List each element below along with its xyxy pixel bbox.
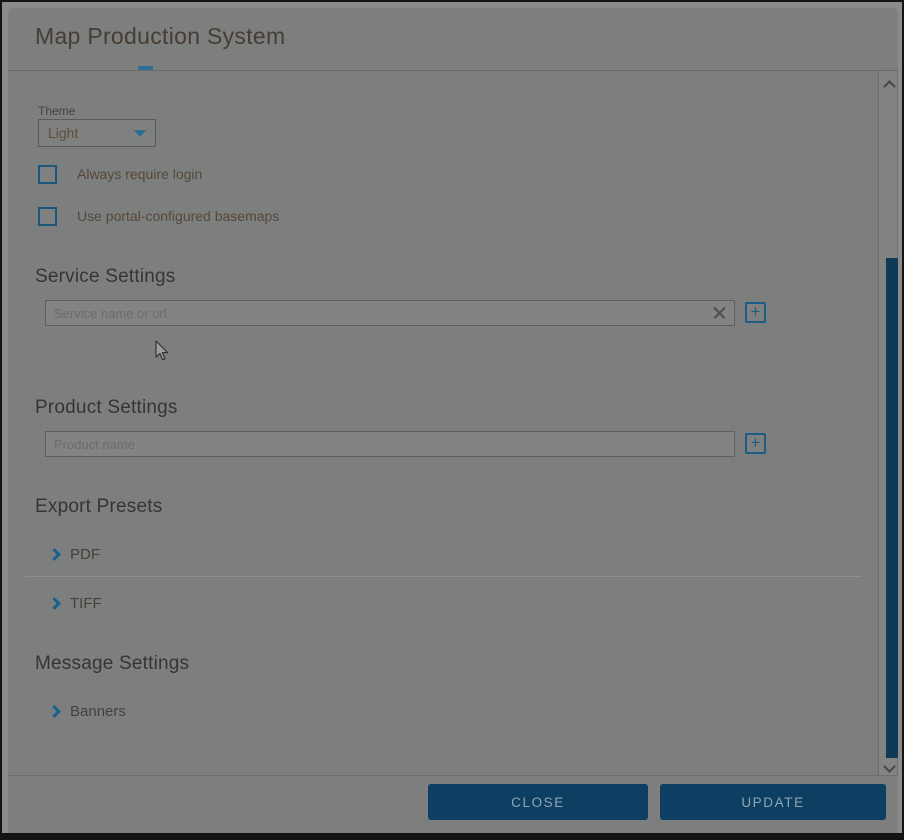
clear-icon[interactable]: [713, 306, 726, 319]
service-name-input[interactable]: [45, 300, 735, 326]
product-input-wrap: [45, 431, 735, 457]
export-preset-pdf-label: PDF: [70, 546, 100, 563]
always-require-login-checkbox[interactable]: [38, 165, 57, 184]
export-preset-pdf-expander[interactable]: PDF: [50, 544, 100, 564]
product-settings-heading: Product Settings: [35, 397, 178, 419]
scroll-down-icon[interactable]: [883, 760, 896, 773]
use-portal-basemaps-row: Use portal-configured basemaps: [38, 207, 279, 225]
always-require-login-label: Always require login: [77, 166, 202, 182]
banners-label: Banners: [70, 703, 126, 720]
close-button[interactable]: CLOSE: [428, 784, 648, 820]
header-divider: [8, 70, 898, 71]
add-product-button[interactable]: +: [745, 433, 766, 454]
dialog-title: Map Production System: [35, 23, 285, 50]
export-preset-tiff-label: TIFF: [70, 595, 102, 612]
service-input-wrap: [45, 300, 735, 326]
vertical-scrollbar[interactable]: [878, 71, 898, 775]
map-production-system-dialog: Map Production System Theme Light Always…: [8, 8, 898, 833]
use-portal-basemaps-checkbox[interactable]: [38, 207, 57, 226]
add-service-button[interactable]: +: [745, 302, 766, 323]
scroll-up-icon[interactable]: [883, 80, 896, 93]
use-portal-basemaps-label: Use portal-configured basemaps: [77, 208, 279, 224]
message-settings-heading: Message Settings: [35, 653, 189, 675]
preset-row-divider: [25, 576, 861, 577]
theme-label: Theme: [38, 104, 75, 118]
theme-select[interactable]: Light: [38, 119, 156, 147]
chevron-right-icon: [48, 597, 61, 610]
chevron-down-icon: [134, 130, 146, 137]
modal-backdrop: Map Production System Theme Light Always…: [2, 2, 902, 833]
banners-expander[interactable]: Banners: [50, 701, 126, 721]
update-button[interactable]: UPDATE: [660, 784, 886, 820]
product-name-input[interactable]: [45, 431, 735, 457]
theme-select-value: Light: [48, 125, 78, 141]
chevron-right-icon: [48, 548, 61, 561]
export-preset-tiff-expander[interactable]: TIFF: [50, 593, 102, 613]
footer-divider: [8, 775, 898, 776]
chevron-right-icon: [48, 705, 61, 718]
scrollbar-thumb[interactable]: [886, 258, 898, 758]
mouse-cursor: [155, 340, 170, 362]
export-presets-heading: Export Presets: [35, 496, 162, 518]
service-settings-heading: Service Settings: [35, 266, 176, 288]
always-require-login-row: Always require login: [38, 165, 202, 183]
